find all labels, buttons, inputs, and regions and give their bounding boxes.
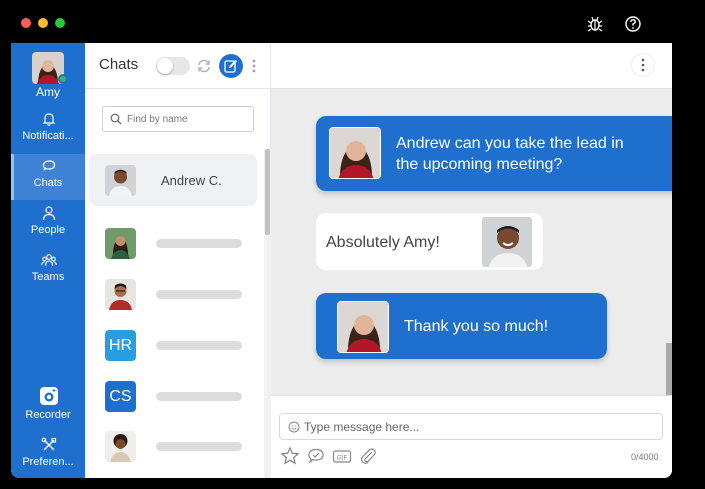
search-box[interactable] [102,106,254,132]
chat-bubble-icon [42,160,56,171]
app-window: Amy Notificati... Chats People Teams Rec… [0,0,705,489]
paperclip-icon[interactable] [358,446,378,466]
message-input[interactable] [304,418,654,436]
app-body: Amy Notificati... Chats People Teams Rec… [11,43,672,478]
nav-item-notifications[interactable]: Notificati... [11,107,85,153]
chat-list-panel: Chats Find by name Andrew C. HR CS [85,43,271,478]
placeholder-bar [156,442,242,451]
tools-icon [41,437,57,451]
message-input-box[interactable] [279,413,663,440]
avatar [481,216,533,268]
person-icon [42,206,56,221]
nav-item-people[interactable]: People [11,201,85,247]
help-icon[interactable] [624,15,642,33]
svg-text:GIF: GIF [337,455,348,462]
gif-icon[interactable]: GIF [332,446,352,466]
nav-item-preferences[interactable]: Preferen... [11,433,85,475]
toggle-knob [157,58,173,74]
nav-item-label: Preferen... [22,456,74,468]
chat-row[interactable] [89,217,257,269]
nav-item-teams[interactable]: Teams [11,248,85,294]
online-status-indicator [58,74,68,84]
new-chat-button[interactable] [219,54,243,78]
chat-row[interactable]: CS [89,370,257,422]
message-bubble-outgoing[interactable]: Thank you so much! [316,293,607,359]
placeholder-bar [156,290,242,299]
nav-item-label: Chats [33,177,63,189]
placeholder-bar [156,341,242,350]
conversation-panel: Andrew can you take the lead in the upco… [271,43,672,478]
team-icon [41,254,57,267]
nav-item-label: Teams [31,271,65,283]
chat-row[interactable]: HR [89,319,257,371]
conversation-menu-button[interactable] [632,54,654,76]
message-line: the upcoming meeting? [396,156,563,173]
titlebar [0,0,705,43]
compose-icon [224,60,237,73]
placeholder-bar [156,392,242,401]
avatar [337,301,389,353]
message-bubble-incoming[interactable]: Absolutely Amy! [316,213,543,270]
message-line: Thank you so much! [404,318,549,335]
comment-icon[interactable] [306,446,326,466]
avatar [105,228,136,259]
chat-list-menu-icon[interactable] [249,57,259,75]
message-bubble-outgoing[interactable]: Andrew can you take the lead in the upco… [316,116,672,191]
close-window-button[interactable] [21,18,31,28]
bug-icon[interactable] [586,15,604,33]
nav-item-label: Recorder [25,409,71,421]
chat-row[interactable] [89,268,257,320]
nav-rail: Amy Notificati... Chats People Teams Rec… [11,43,85,478]
maximize-window-button[interactable] [55,18,65,28]
chat-row[interactable] [89,420,257,472]
message-text: Andrew can you take the lead in the upco… [396,133,624,175]
search-input[interactable] [127,110,249,128]
conversation-header [271,43,672,89]
search-icon [110,113,122,125]
nav-item-chats[interactable]: Chats [11,154,85,200]
character-counter: 0/4000 [631,452,659,462]
message-composer: GIF 0/4000 [271,395,672,478]
avatar [105,431,136,462]
placeholder-bar [156,239,242,248]
chat-list-title: Chats [99,56,139,73]
avatar [329,127,381,179]
nav-item-recorder[interactable]: Recorder [11,383,85,425]
emoji-icon[interactable] [288,421,300,433]
camera-icon [40,387,58,405]
bell-icon [42,113,56,126]
chat-row[interactable]: Andrew C. [89,154,257,206]
message-text: Absolutely Amy! [326,232,440,253]
kebab-menu-icon [641,58,645,72]
chat-filter-toggle[interactable] [156,57,190,75]
chat-list-header: Chats [85,43,271,89]
nav-item-label: People [30,224,66,236]
message-line: Absolutely Amy! [326,234,440,251]
chat-row-name: Andrew C. [161,173,222,188]
conversation-scrollbar[interactable] [666,343,672,395]
avatar: HR [105,330,136,361]
message-line: Andrew can you take the lead in [396,135,624,152]
minimize-window-button[interactable] [38,18,48,28]
message-text: Thank you so much! [404,316,548,337]
avatar [105,279,136,310]
avatar [105,165,136,196]
user-name: Amy [36,85,60,99]
avatar: CS [105,381,136,412]
refresh-icon[interactable] [195,57,213,75]
star-icon[interactable] [280,446,300,466]
nav-item-label: Notificati... [22,130,74,142]
chat-list-scrollbar[interactable] [265,149,270,235]
